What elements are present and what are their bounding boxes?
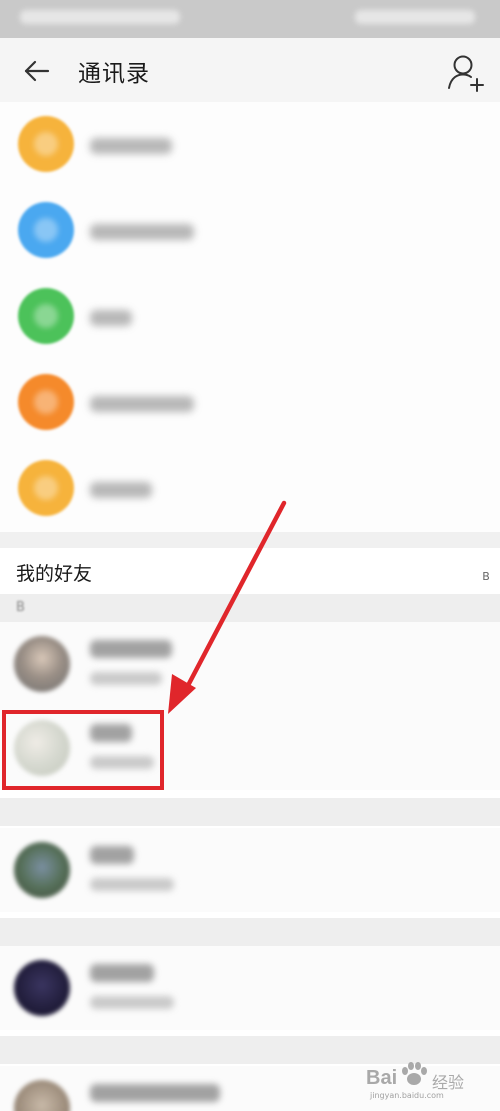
baidu-jingyan-watermark: Bai 经验 jingyan.baidu.com: [366, 1062, 486, 1107]
avatar: [14, 960, 70, 1016]
top-app-bar: 通讯录: [0, 38, 500, 102]
watermark-text: 经验: [432, 1073, 465, 1092]
blurred-name: [90, 846, 134, 864]
status-bar: [0, 0, 500, 38]
status-bar-right-blurred: [355, 10, 475, 24]
back-button[interactable]: [20, 54, 54, 88]
avatar: [14, 636, 70, 692]
function-entry[interactable]: [0, 274, 500, 360]
blurred-label: [90, 138, 172, 154]
friends-section-header: 我的好友: [0, 548, 500, 594]
function-entry[interactable]: [0, 360, 500, 446]
index-letter[interactable]: B: [478, 566, 494, 588]
function-entry-list: [0, 102, 500, 532]
blurred-name: [90, 964, 154, 982]
section-divider: [0, 532, 500, 548]
add-contact-button[interactable]: [444, 50, 488, 94]
blurred-status: [90, 672, 162, 685]
status-bar-left-blurred: [20, 10, 180, 24]
avatar: [14, 842, 70, 898]
add-contact-icon: [448, 55, 484, 92]
group-letter-header: [0, 1036, 500, 1064]
function-entry[interactable]: [0, 102, 500, 188]
annotation-highlight-box: [2, 710, 164, 790]
friend-row[interactable]: [0, 946, 500, 1030]
friend-row[interactable]: [0, 828, 500, 912]
watermark-url: jingyan.baidu.com: [370, 1091, 444, 1100]
blurred-name: [90, 1084, 220, 1102]
avatar: [14, 1080, 70, 1111]
blurred-label: [90, 482, 152, 498]
blurred-status: [90, 996, 174, 1009]
function-entry[interactable]: [0, 188, 500, 274]
blurred-status: [90, 878, 174, 891]
page-title: 通讯录: [78, 61, 150, 87]
function-entry[interactable]: [0, 446, 500, 532]
blurred-name: [90, 640, 172, 658]
friend-row[interactable]: [0, 622, 500, 706]
blurred-label: [90, 224, 194, 240]
group-letter-header: B: [0, 594, 500, 622]
arrow-left-icon: [24, 60, 50, 82]
watermark-brand: Bai: [366, 1067, 398, 1089]
blurred-label: [90, 310, 132, 326]
group-letter-header: [0, 918, 500, 946]
blurred-label: [90, 396, 194, 412]
paw-icon: [402, 1062, 427, 1085]
group-letter-header: [0, 798, 500, 826]
group-letter: B: [16, 600, 25, 615]
section-title: 我的好友: [16, 563, 93, 585]
